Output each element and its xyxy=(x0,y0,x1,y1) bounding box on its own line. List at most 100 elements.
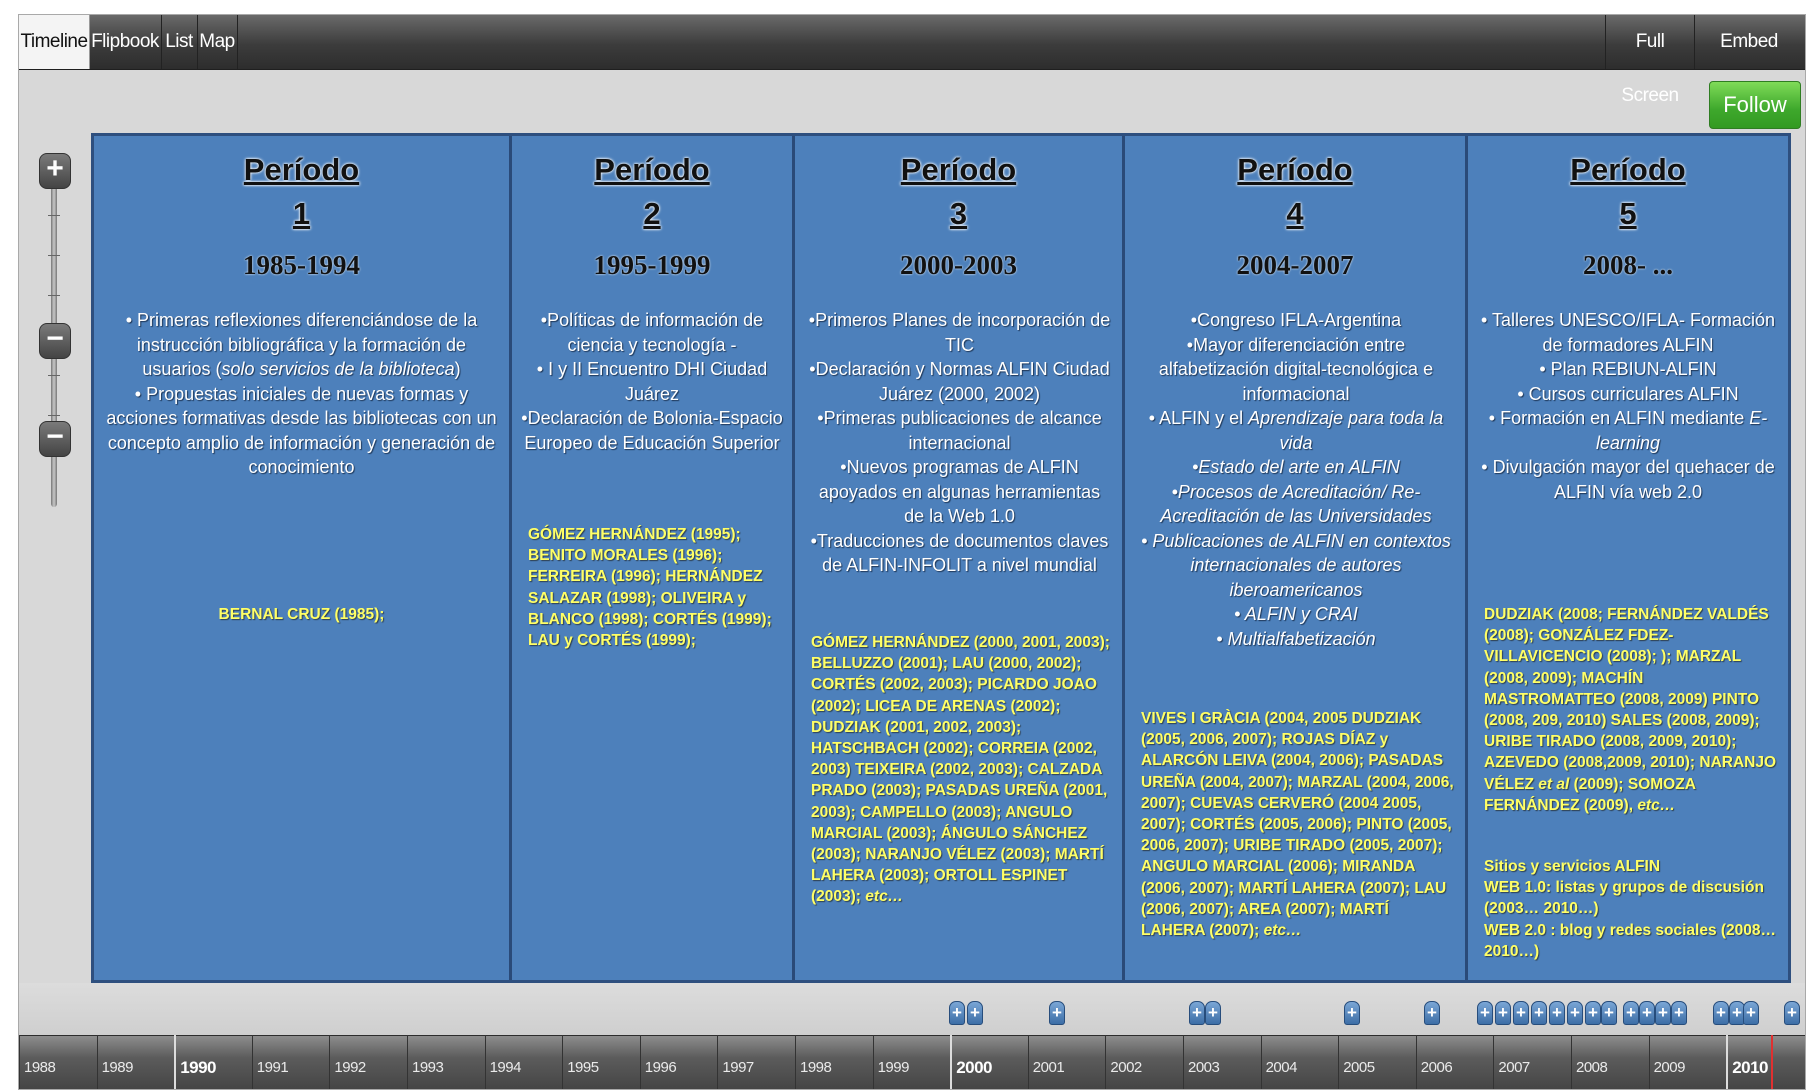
event-marker-plus-icon[interactable]: + xyxy=(1623,1001,1639,1025)
period-word: Período xyxy=(1237,152,1353,187)
desc-line: •Mayor diferenciación entre alfabetizaci… xyxy=(1158,334,1434,404)
period-word: Período xyxy=(900,152,1017,187)
embed-widget-button[interactable]: Embed Widget xyxy=(1693,15,1805,106)
year-label: 1989 xyxy=(96,1035,175,1089)
event-marker-plus-icon[interactable]: + xyxy=(1205,1001,1221,1025)
zoom-tick xyxy=(48,295,60,296)
desc-line: •Traducciones de documentos claves de AL… xyxy=(810,530,1109,576)
desc-line: • Propuestas iniciales de nuevas formas … xyxy=(106,383,497,478)
year-label: 2000 xyxy=(950,1035,1028,1089)
period-title: Período 5 xyxy=(1468,148,1788,236)
event-marker-plus-icon[interactable]: + xyxy=(1567,1001,1583,1025)
year-label: 2001 xyxy=(1027,1035,1106,1089)
period-references: VIVES I GRÀCIA (2004, 2005 DUDZIAK (2005… xyxy=(1141,708,1457,941)
desc-italic: solo servicios de la biblioteca xyxy=(221,359,455,379)
period-years: 2000-2003 xyxy=(900,250,1017,280)
period-number: 3 xyxy=(949,196,968,231)
desc-line: •Primeros Planes de incorporación de TIC xyxy=(808,310,1111,355)
year-label: 2008 xyxy=(1571,1035,1649,1089)
period-2-column: Período 2 1995-1999 •Políticas de inform… xyxy=(512,136,795,980)
tab-map[interactable]: Map xyxy=(197,15,238,69)
period-references: DUDZIAK (2008; FERNÁNDEZ VALDÉS (2008); … xyxy=(1484,604,1778,816)
etal-text: et al xyxy=(1538,775,1570,793)
period-number: 2 xyxy=(643,196,661,231)
period-1-column: Período 1 1985-1994 • Primeras reflexion… xyxy=(94,136,512,980)
desc-line: •Declaración y Normas ALFIN Ciudad Juáre… xyxy=(809,359,1110,404)
period-title: Período 4 xyxy=(1125,148,1465,236)
period-years: 1995-1999 xyxy=(593,250,711,280)
year-label: 1999 xyxy=(872,1035,951,1089)
event-marker-plus-icon[interactable]: + xyxy=(1601,1001,1617,1025)
year-label: 2007 xyxy=(1493,1035,1571,1089)
tab-timeline[interactable]: Timeline xyxy=(19,15,90,69)
period-references: GÓMEZ HERNÁNDEZ (1995); BENITO MORALES (… xyxy=(528,526,772,650)
period-title: Período 1 xyxy=(94,148,509,236)
desc-italic: • Multialfabetización xyxy=(1216,628,1376,649)
event-marker-plus-icon[interactable]: + xyxy=(1639,1001,1655,1025)
tab-list[interactable]: List xyxy=(161,15,198,69)
zoom-tick xyxy=(48,415,60,416)
desc-line: •Congreso IFLA-Argentina xyxy=(1190,310,1402,330)
event-marker-plus-icon[interactable]: + xyxy=(1713,1001,1729,1025)
period-title: Período 2 xyxy=(512,148,792,236)
year-label: 2009 xyxy=(1648,1035,1727,1089)
event-marker-plus-icon[interactable]: + xyxy=(1585,1001,1601,1025)
event-marker-plus-icon[interactable]: + xyxy=(1671,1001,1687,1025)
event-marker-plus-icon[interactable]: + xyxy=(1049,1001,1065,1025)
year-label: 1994 xyxy=(484,1035,563,1089)
year-label: 2004 xyxy=(1260,1035,1339,1089)
sites-heading: Sitios y servicios ALFIN xyxy=(1484,858,1661,875)
period-number: 4 xyxy=(1286,196,1304,231)
timeline-widget: Timeline Flipbook List Map Full Screen E… xyxy=(18,14,1806,1090)
period-word: Período xyxy=(243,152,360,187)
desc-line: •Políticas de información de ciencia y t… xyxy=(540,310,764,355)
event-marker-plus-icon[interactable]: + xyxy=(1344,1001,1360,1025)
event-marker-plus-icon[interactable]: + xyxy=(1513,1001,1529,1025)
event-marker-plus-icon[interactable]: + xyxy=(1743,1001,1759,1025)
web20-note: WEB 2.0 : blog y redes sociales (2008… 2… xyxy=(1484,921,1777,960)
event-marker-plus-icon[interactable]: + xyxy=(949,1001,965,1025)
period-years: 1985-1994 xyxy=(243,250,360,280)
zoom-out-button[interactable]: − xyxy=(39,421,71,457)
event-marker-plus-icon[interactable]: + xyxy=(1531,1001,1547,1025)
period-years: 2008- ... xyxy=(1583,250,1673,280)
etc-text: etc… xyxy=(865,888,904,906)
full-screen-button[interactable]: Full Screen xyxy=(1605,15,1695,106)
desc-line: • Divulgación mayor del quehacer de ALFI… xyxy=(1481,457,1775,502)
event-marker-plus-icon[interactable]: + xyxy=(1655,1001,1671,1025)
year-label: 2002 xyxy=(1105,1035,1183,1089)
year-label: 2010 xyxy=(1726,1035,1804,1089)
desc-line: • Formación en ALFIN mediante xyxy=(1488,408,1750,428)
desc-italic: Aprendizaje para toda la vida xyxy=(1248,408,1444,453)
event-marker-plus-icon[interactable]: + xyxy=(1495,1001,1511,1025)
period-3-column: Período 3 2000-2003 •Primeros Planes de … xyxy=(795,136,1125,980)
event-marker-plus-icon[interactable]: + xyxy=(1477,1001,1493,1025)
year-label: 1995 xyxy=(562,1035,640,1089)
period-description: •Primeros Planes de incorporación de TIC… xyxy=(807,308,1112,578)
period-references: BERNAL CRUZ (1985); xyxy=(218,606,385,623)
event-marker-plus-icon[interactable]: + xyxy=(1784,1001,1800,1025)
year-label: 1993 xyxy=(407,1035,485,1089)
period-description: •Políticas de información de ciencia y t… xyxy=(520,308,784,455)
event-marker-plus-icon[interactable]: + xyxy=(1189,1001,1205,1025)
desc-italic: • ALFIN y CRAI xyxy=(1234,604,1358,624)
timeline-event-panel[interactable]: Período 1 1985-1994 • Primeras reflexion… xyxy=(91,133,1791,983)
desc-line: ) xyxy=(454,359,461,379)
period-number: 1 xyxy=(292,196,311,231)
zoom-in-button[interactable]: + xyxy=(39,153,71,189)
references-text: VIVES I GRÀCIA (2004, 2005 DUDZIAK (2005… xyxy=(1141,710,1454,940)
period-references: GÓMEZ HERNÁNDEZ (2000, 2001, 2003); BELL… xyxy=(811,632,1112,908)
zoom-tick xyxy=(48,375,60,376)
web-services-notes: Sitios y servicios ALFIN WEB 1.0: listas… xyxy=(1484,856,1778,962)
follow-button[interactable]: Follow xyxy=(1709,81,1801,129)
period-title: Período 3 xyxy=(795,148,1122,236)
web10-note: WEB 1.0: listas y grupos de discusión (2… xyxy=(1484,879,1764,918)
zoom-handle[interactable]: − xyxy=(39,323,71,359)
period-description: • Primeras reflexiones diferenciándose d… xyxy=(104,308,499,480)
event-marker-plus-icon[interactable]: + xyxy=(967,1001,983,1025)
tab-flipbook[interactable]: Flipbook xyxy=(89,15,162,69)
period-word: Período xyxy=(594,152,710,187)
desc-italic: •Estado del arte en ALFIN xyxy=(1192,457,1400,477)
event-marker-plus-icon[interactable]: + xyxy=(1424,1001,1440,1025)
event-marker-plus-icon[interactable]: + xyxy=(1549,1001,1565,1025)
